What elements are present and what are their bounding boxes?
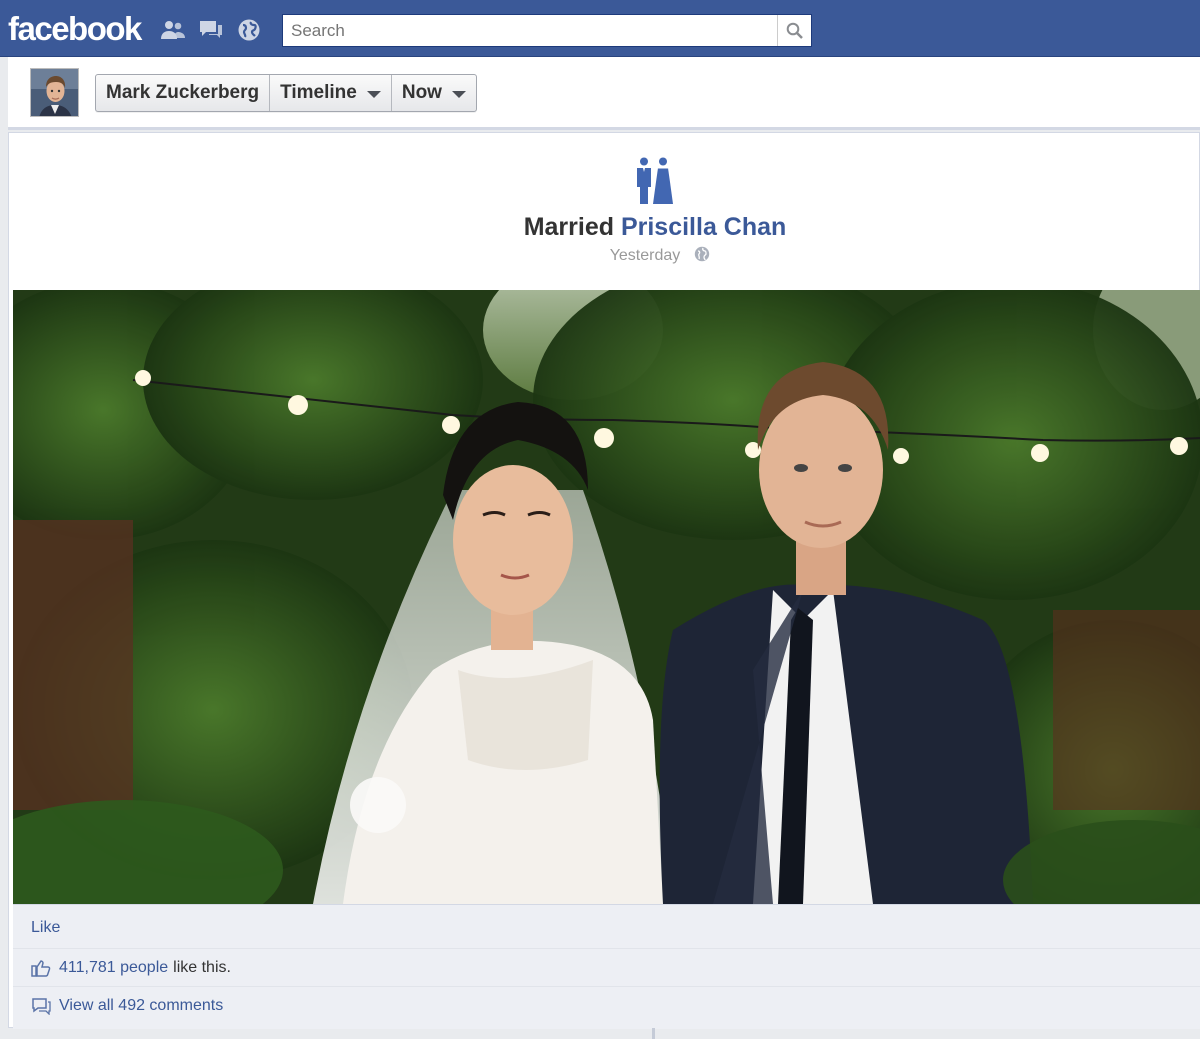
comment-icon (32, 998, 51, 1015)
facebook-logo[interactable]: facebook (8, 10, 142, 48)
feedback-area: Like 411,781 people like this. View all 4… (13, 904, 1200, 1029)
chevron-down-icon (451, 90, 466, 98)
likes-suffix: like this. (173, 959, 231, 976)
messages-icon[interactable] (198, 18, 224, 42)
crumb-timeline-dropdown[interactable]: Timeline (270, 75, 392, 111)
crumb-timeline-label: Timeline (280, 82, 357, 103)
jewel-group (160, 18, 262, 42)
timestamp-link[interactable]: Yesterday (610, 247, 681, 264)
crumb-now-dropdown[interactable]: Now (392, 75, 476, 111)
thumbs-up-icon (31, 960, 51, 977)
search-icon (786, 22, 803, 39)
search-input[interactable] (283, 15, 777, 46)
search-button[interactable] (777, 15, 811, 46)
chevron-down-icon (366, 90, 381, 98)
top-bar: facebook (0, 0, 1200, 57)
life-event-verb: Married (523, 213, 614, 241)
profile-avatar[interactable] (30, 68, 79, 117)
timeline-header: Mark Zuckerberg Timeline Now (8, 57, 1200, 130)
notifications-icon[interactable] (236, 18, 262, 42)
crumb-profile-name[interactable]: Mark Zuckerberg (96, 75, 271, 111)
crumb-profile-name-label: Mark Zuckerberg (106, 82, 260, 103)
comments-row: View all 492 comments (13, 986, 1200, 1025)
life-event-title: Married Priscilla Chan (9, 213, 1200, 242)
search-box (282, 14, 812, 47)
life-event-meta: Yesterday (9, 246, 1200, 267)
wedding-couple-icon (636, 157, 674, 210)
timeline-breadcrumb: Mark Zuckerberg Timeline Now (95, 74, 477, 112)
friend-requests-icon[interactable] (160, 18, 186, 42)
globe-icon[interactable] (694, 246, 710, 267)
timeline-spine (652, 1028, 655, 1039)
view-comments-link[interactable]: View all 492 comments (59, 997, 223, 1015)
like-row: Like (13, 908, 1200, 947)
partner-name-link[interactable]: Priscilla Chan (621, 213, 786, 241)
life-event-card: Married Priscilla Chan Yesterday Like 41… (8, 132, 1200, 1029)
crumb-now-label: Now (401, 82, 442, 103)
wedding-photo[interactable] (13, 290, 1200, 904)
likes-summary-row: 411,781 people like this. (13, 948, 1200, 987)
likes-count-link[interactable]: 411,781 people (59, 959, 168, 977)
like-link[interactable]: Like (31, 919, 60, 937)
